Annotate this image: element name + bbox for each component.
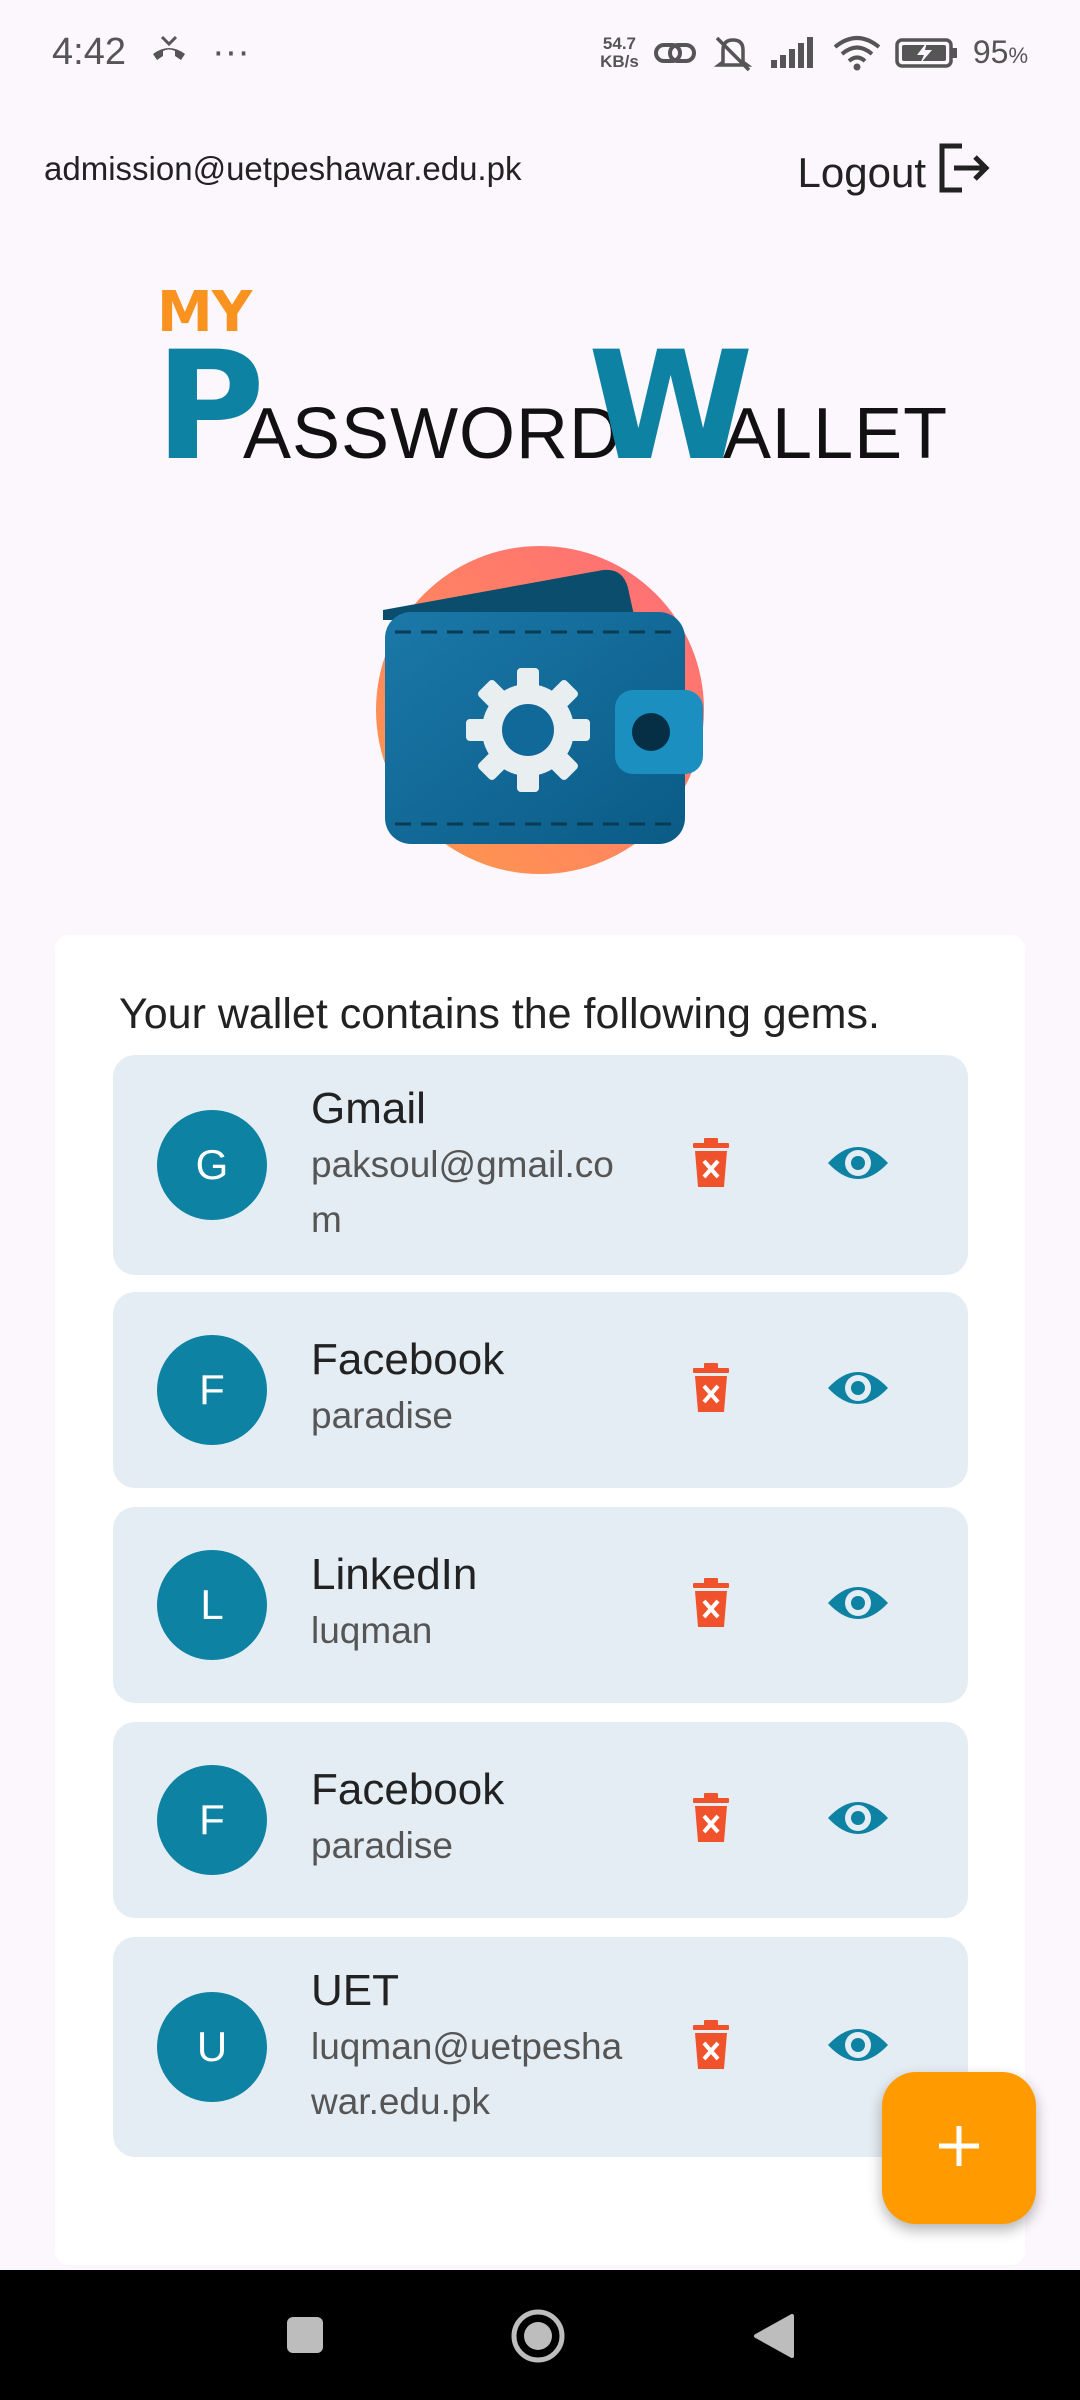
card-heading: Your wallet contains the following gems. bbox=[119, 990, 880, 1038]
logout-icon bbox=[936, 140, 992, 206]
item-subtitle: paradise bbox=[311, 1825, 453, 1866]
net-speed-unit: KB/s bbox=[600, 51, 639, 71]
logout-button[interactable]: Logout bbox=[798, 140, 992, 206]
avatar: U bbox=[157, 1992, 267, 2102]
item-text: Gmail paksoul@gmail.com bbox=[311, 1081, 641, 1247]
view-button[interactable] bbox=[818, 1360, 898, 1420]
list-item[interactable]: U UET luqman@uetpeshawar.edu.pk bbox=[113, 1937, 968, 2157]
item-title: LinkedIn bbox=[311, 1550, 478, 1599]
eye-icon bbox=[826, 1141, 890, 1190]
missed-call-icon bbox=[150, 31, 188, 74]
eye-icon bbox=[826, 1796, 890, 1845]
user-email: admission@uetpeshawar.edu.pk bbox=[44, 150, 522, 187]
view-button[interactable] bbox=[818, 1135, 898, 1195]
item-text: Facebook paradise bbox=[311, 1332, 641, 1443]
trash-x-icon bbox=[691, 1577, 731, 1634]
delete-button[interactable] bbox=[681, 1135, 741, 1195]
list-item[interactable]: F Facebook paradise bbox=[113, 1292, 968, 1488]
title-allet: ALLET bbox=[723, 394, 949, 474]
net-speed-value: 54.7 bbox=[602, 33, 637, 53]
item-title: Facebook bbox=[311, 1765, 505, 1814]
home-button[interactable] bbox=[510, 2308, 566, 2369]
trash-x-icon bbox=[691, 1362, 731, 1419]
title-assword: ASSWORD bbox=[243, 394, 623, 474]
battery-level: 95% bbox=[972, 34, 1028, 70]
list-item[interactable]: L LinkedIn luqman bbox=[113, 1507, 968, 1703]
status-more: ··· bbox=[211, 31, 250, 73]
item-text: UET luqman@uetpeshawar.edu.pk bbox=[311, 1963, 641, 2129]
delete-button[interactable] bbox=[681, 1575, 741, 1635]
back-button[interactable] bbox=[752, 2312, 796, 2365]
hotspot-link-icon bbox=[653, 36, 697, 70]
eye-icon bbox=[826, 2023, 890, 2072]
eye-icon bbox=[826, 1366, 890, 1415]
avatar: L bbox=[157, 1550, 267, 1660]
system-nav-bar bbox=[0, 2270, 1080, 2400]
net-speed: 54.7 KB/s bbox=[600, 33, 639, 71]
item-subtitle: paradise bbox=[311, 1395, 453, 1436]
add-entry-button[interactable] bbox=[882, 2072, 1036, 2224]
list-item[interactable]: G Gmail paksoul@gmail.com bbox=[113, 1055, 968, 1275]
status-time: 4:42 bbox=[52, 31, 126, 73]
battery-icon bbox=[895, 37, 959, 69]
view-button[interactable] bbox=[818, 1790, 898, 1850]
wallet-illustration bbox=[373, 540, 713, 880]
item-subtitle: luqman@uetpeshawar.edu.pk bbox=[311, 2026, 623, 2122]
plus-icon bbox=[935, 2122, 983, 2175]
eye-icon bbox=[826, 1581, 890, 1630]
recents-button[interactable] bbox=[285, 2315, 325, 2360]
logout-label: Logout bbox=[797, 149, 926, 196]
delete-button[interactable] bbox=[681, 1790, 741, 1850]
trash-x-icon bbox=[691, 1137, 731, 1194]
view-button[interactable] bbox=[818, 1575, 898, 1635]
item-text: Facebook paradise bbox=[311, 1762, 641, 1873]
trash-x-icon bbox=[691, 2019, 731, 2076]
wifi-icon bbox=[833, 35, 881, 71]
view-button[interactable] bbox=[818, 2017, 898, 2077]
item-title: Gmail bbox=[311, 1084, 426, 1133]
item-title: Facebook bbox=[311, 1335, 505, 1384]
item-title: UET bbox=[311, 1966, 399, 2015]
avatar: F bbox=[157, 1765, 267, 1875]
app-title: MY P ASSWORD W ALLET bbox=[155, 280, 947, 482]
item-text: LinkedIn luqman bbox=[311, 1547, 641, 1658]
avatar: G bbox=[157, 1110, 267, 1220]
item-subtitle: luqman bbox=[311, 1610, 433, 1651]
trash-x-icon bbox=[691, 1792, 731, 1849]
delete-button[interactable] bbox=[681, 2017, 741, 2077]
avatar: F bbox=[157, 1335, 267, 1445]
mute-vibrate-icon bbox=[711, 34, 755, 72]
wallet-card: Your wallet contains the following gems.… bbox=[55, 935, 1025, 2265]
item-subtitle: paksoul@gmail.com bbox=[311, 1144, 614, 1240]
status-bar: 4:42 ··· 54.7 KB/s 95% bbox=[0, 0, 1080, 105]
list-item[interactable]: F Facebook paradise bbox=[113, 1722, 968, 1918]
delete-button[interactable] bbox=[681, 1360, 741, 1420]
signal-icon bbox=[769, 36, 819, 70]
